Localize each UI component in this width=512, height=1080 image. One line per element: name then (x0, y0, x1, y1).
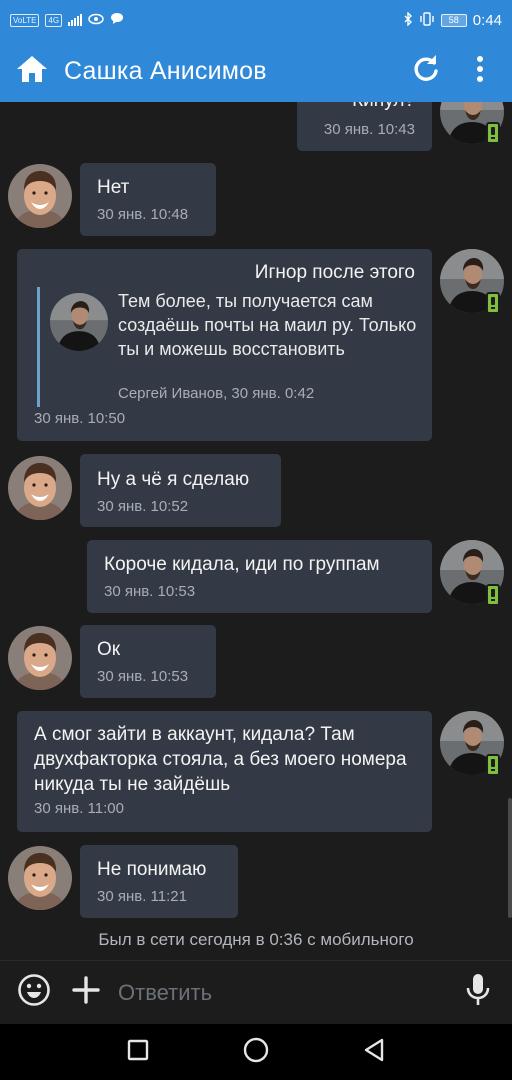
composer-bar (0, 960, 512, 1024)
chat-notification-icon (110, 12, 124, 28)
network-type: 4G (45, 13, 63, 27)
home-button[interactable] (14, 53, 50, 89)
message-text: А смог зайти в аккаунт, кидала? Там двух… (34, 724, 407, 795)
outgoing-message[interactable]: Кинул? 30 янв. 10:43 (297, 102, 432, 151)
message-text: Игнор после этого (254, 262, 415, 283)
message-time: 30 янв. 10:43 (323, 121, 415, 138)
refresh-button[interactable] (408, 53, 444, 89)
quote-avatar (50, 293, 108, 351)
voice-message-button[interactable] (460, 973, 496, 1012)
message-list[interactable]: Кинул? 30 янв. 10:43 Нет 30 янв. 10:48 И… (0, 102, 512, 960)
refresh-icon (412, 54, 440, 88)
quote-author-time: Сергей Иванов, 30 янв. 0:42 (118, 385, 315, 402)
app-bar: Сашка Анисимов (0, 40, 512, 102)
message-time: 30 янв. 10:52 (97, 498, 189, 515)
back-button[interactable] (354, 1032, 394, 1072)
status-bar: VoLTE 4G 58 0:44 (0, 0, 512, 40)
nav-square-icon (127, 1039, 149, 1066)
bluetooth-icon (403, 10, 413, 29)
mobile-status-icon (486, 584, 500, 606)
incoming-message[interactable]: Ну а чё я сделаю 30 янв. 10:52 (80, 454, 281, 527)
scrollbar[interactable] (508, 798, 512, 918)
system-nav-bar (0, 1024, 512, 1080)
incoming-message[interactable]: Ок 30 янв. 10:53 (80, 625, 216, 698)
recent-apps-button[interactable] (118, 1032, 158, 1072)
message-text: Нет (97, 177, 130, 198)
message-time: 30 янв. 10:50 (34, 410, 126, 427)
mic-icon (466, 973, 490, 1012)
message-time: 30 янв. 10:48 (97, 206, 189, 223)
vibrate-icon (419, 11, 435, 29)
home-icon (16, 54, 48, 89)
online-status: Был в сети сегодня в 0:36 с мобильного (98, 930, 414, 949)
message-time: 30 янв. 11:21 (97, 888, 187, 905)
avatar-contact[interactable] (8, 846, 72, 910)
message-time: 30 янв. 10:53 (97, 668, 189, 685)
mobile-status-icon (486, 122, 500, 144)
chat-title: Сашка Анисимов (64, 56, 267, 85)
nav-circle-icon (243, 1037, 269, 1068)
emoji-button[interactable] (16, 973, 52, 1012)
eye-icon (88, 12, 104, 28)
quoted-message[interactable]: Тем более, ты получается сам создаёшь по… (37, 287, 417, 407)
message-time: 30 янв. 11:00 (34, 800, 124, 817)
status-time: 0:44 (472, 11, 502, 29)
outgoing-message[interactable]: Короче кидала, иди по группам 30 янв. 10… (87, 540, 432, 613)
emoji-icon (17, 973, 51, 1012)
mobile-status-icon (486, 754, 500, 776)
nav-back-icon (362, 1038, 386, 1067)
outgoing-message[interactable]: А смог зайти в аккаунт, кидала? Там двух… (17, 711, 432, 832)
avatar-contact[interactable] (8, 626, 72, 690)
mobile-status-icon (486, 292, 500, 314)
message-text: Ок (97, 639, 121, 660)
signal-icon (68, 14, 83, 26)
message-text: Ну а чё я сделаю (97, 469, 250, 490)
home-nav-button[interactable] (236, 1032, 276, 1072)
reply-input[interactable] (118, 972, 460, 1013)
incoming-message[interactable]: Не понимаю 30 янв. 11:21 (80, 845, 238, 918)
battery-indicator: 58 (440, 13, 467, 27)
quote-text: Тем более, ты получается сам создаёшь по… (118, 291, 417, 359)
message-text: Короче кидала, иди по группам (104, 554, 380, 575)
volte-badge: VoLTE (10, 13, 40, 27)
plus-icon (72, 976, 100, 1009)
avatar-contact[interactable] (8, 456, 72, 520)
message-text: Не понимаю (97, 859, 207, 880)
incoming-message[interactable]: Нет 30 янв. 10:48 (80, 163, 216, 236)
message-time: 30 янв. 10:53 (104, 583, 196, 600)
more-options-button[interactable] (462, 53, 498, 89)
more-vert-icon (476, 55, 484, 88)
message-text: Кинул? (352, 102, 415, 113)
outgoing-message[interactable]: Игнор после этого Тем более, ты получает… (17, 249, 432, 441)
avatar-contact[interactable] (8, 164, 72, 228)
attach-button[interactable] (68, 975, 104, 1011)
